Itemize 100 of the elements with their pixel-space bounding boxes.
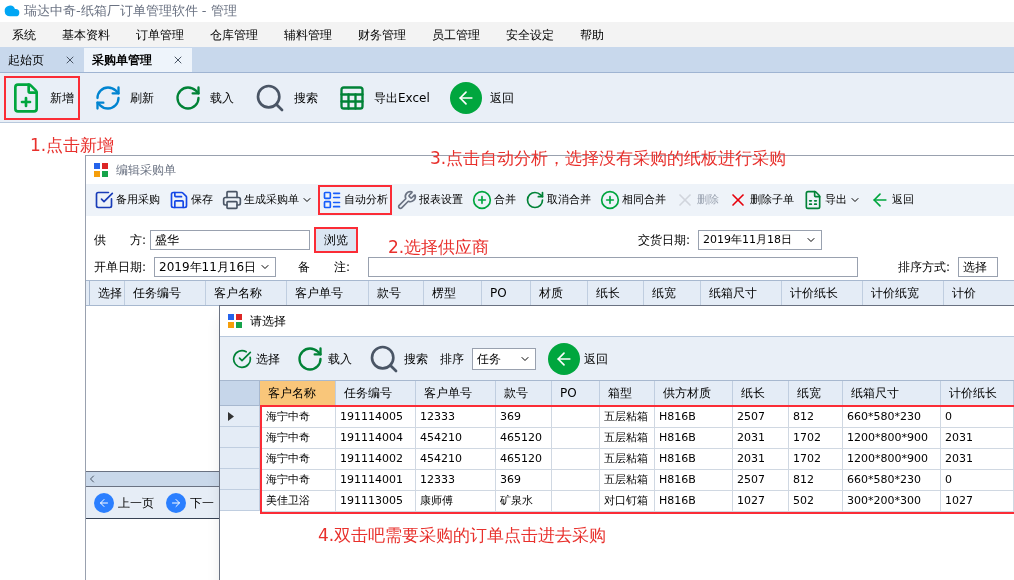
menu-item[interactable]: 安全设定 bbox=[502, 25, 558, 44]
date-field[interactable]: 2019年11月16日 bbox=[154, 257, 276, 277]
menu-item[interactable]: 帮助 bbox=[576, 25, 608, 44]
tab[interactable]: 采购单管理 bbox=[84, 48, 192, 72]
table-cell: H816B bbox=[655, 449, 733, 470]
pager-button[interactable]: 上一页 bbox=[94, 492, 154, 513]
table-cell: 矿泉水 bbox=[496, 491, 552, 512]
table-cell: H816B bbox=[655, 491, 733, 512]
column-header[interactable]: 客户单号 bbox=[416, 381, 496, 405]
menu-item[interactable]: 仓库管理 bbox=[206, 25, 262, 44]
table-cell: 660*580*230 bbox=[843, 470, 941, 491]
app-logo-icon bbox=[4, 3, 20, 19]
toolbar-button[interactable]: 备用采购 bbox=[90, 185, 164, 215]
back-icon bbox=[449, 81, 482, 114]
table-cell: 2031 bbox=[733, 428, 789, 449]
annotation-text: 2.选择供应商 bbox=[388, 236, 490, 259]
table-cell: 191114004 bbox=[336, 428, 416, 449]
browse-button[interactable]: 浏览 bbox=[314, 227, 358, 253]
supplier-field[interactable]: 盛华 bbox=[150, 230, 310, 250]
reload-icon bbox=[174, 83, 202, 112]
back-icon bbox=[548, 342, 580, 375]
table-cell: H816B bbox=[655, 470, 733, 491]
table-cell: 465120 bbox=[496, 428, 552, 449]
table-cell: 美佳卫浴 bbox=[262, 491, 336, 512]
table-cell: 0 bbox=[941, 407, 1014, 428]
column-header[interactable]: 纸长 bbox=[733, 381, 789, 405]
table-cell: 191114005 bbox=[336, 407, 416, 428]
table-cell bbox=[552, 491, 600, 512]
table-cell bbox=[552, 407, 600, 428]
wrench-icon bbox=[397, 190, 417, 210]
sort-dropdown[interactable]: 任务 bbox=[472, 347, 536, 370]
table-cell: 五层粘箱 bbox=[600, 470, 655, 491]
column-header[interactable]: 款号 bbox=[496, 381, 552, 405]
column-header[interactable]: 客户名称 bbox=[260, 381, 336, 405]
toolbar-button[interactable]: 相同合并 bbox=[596, 185, 670, 215]
table-cell: 2031 bbox=[733, 449, 789, 470]
dialog-title: 请选择 bbox=[250, 313, 286, 330]
checkbox-icon bbox=[94, 190, 114, 210]
toolbar-button[interactable]: 生成采购单 bbox=[218, 185, 317, 215]
table-cell: 海宁中奇 bbox=[262, 428, 336, 449]
row-header[interactable] bbox=[220, 406, 260, 427]
table-cell: 12333 bbox=[416, 470, 496, 491]
menu-item[interactable]: 员工管理 bbox=[428, 25, 484, 44]
toolbar-button[interactable]: 保存 bbox=[165, 185, 217, 215]
toolbar-button[interactable]: 刷新 bbox=[88, 75, 160, 120]
toolbar-button[interactable]: 自动分析 bbox=[318, 185, 392, 215]
column-header[interactable]: 供方材质 bbox=[655, 381, 733, 405]
column-header[interactable]: 选择 bbox=[90, 281, 125, 305]
table-cell: 2031 bbox=[941, 449, 1014, 470]
toolbar-button[interactable]: 返回 bbox=[443, 75, 520, 120]
table-cell bbox=[552, 449, 600, 470]
back-button[interactable]: 返回 bbox=[544, 342, 612, 375]
toolbar-button[interactable]: 删除子单 bbox=[724, 185, 798, 215]
toolbar-button[interactable]: 载入 bbox=[168, 75, 240, 120]
sort-field[interactable]: 选择 bbox=[958, 257, 999, 277]
annotation-text: 3.点击自动分析，选择没有采购的纸板进行采购 bbox=[430, 147, 787, 170]
column-header[interactable]: 纸宽 bbox=[789, 381, 843, 405]
column-header[interactable]: PO bbox=[552, 381, 600, 405]
column-header[interactable]: 箱型 bbox=[600, 381, 655, 405]
table-cell: 康师傅 bbox=[416, 491, 496, 512]
column-header[interactable]: 任务编号 bbox=[336, 381, 416, 405]
column-header[interactable]: 任务编号 bbox=[125, 281, 206, 305]
menu-item[interactable]: 辅料管理 bbox=[280, 25, 336, 44]
toolbar-button[interactable]: 导出Excel bbox=[332, 75, 436, 120]
close-icon[interactable] bbox=[172, 54, 184, 66]
save-icon bbox=[169, 190, 189, 210]
toolbar-button[interactable]: 搜索 bbox=[364, 342, 432, 375]
field-label: 排序方式: bbox=[898, 259, 951, 276]
toolbar-button[interactable]: 新增 bbox=[4, 75, 80, 120]
menu-item[interactable]: 基本资料 bbox=[58, 25, 114, 44]
table-cell: 五层粘箱 bbox=[600, 449, 655, 470]
spreadsheet-icon bbox=[803, 190, 823, 210]
table-cell: 海宁中奇 bbox=[262, 407, 336, 428]
remark-field[interactable] bbox=[368, 257, 858, 277]
table-cell: 2507 bbox=[733, 407, 789, 428]
column-header[interactable]: 纸箱尺寸 bbox=[843, 381, 941, 405]
toolbar-button[interactable]: 返回 bbox=[866, 185, 918, 215]
menu-item[interactable]: 订单管理 bbox=[132, 25, 188, 44]
printer-icon bbox=[222, 190, 242, 210]
table-cell bbox=[552, 470, 600, 491]
table-cell: 1702 bbox=[789, 428, 843, 449]
toolbar-button[interactable]: 报表设置 bbox=[393, 185, 467, 215]
table-cell: 2031 bbox=[941, 428, 1014, 449]
toolbar-button[interactable]: 合并 bbox=[468, 185, 520, 215]
date-field[interactable]: 2019年11月18日 bbox=[698, 230, 823, 250]
close-icon[interactable] bbox=[64, 54, 76, 66]
pager-button[interactable]: 下一 bbox=[166, 492, 214, 513]
toolbar-button[interactable]: 选择 bbox=[228, 348, 284, 369]
toolbar-button[interactable]: 导出 bbox=[799, 185, 865, 215]
annotation-text: 1.点击新增 bbox=[30, 134, 115, 157]
table-cell: 海宁中奇 bbox=[262, 449, 336, 470]
toolbar-button[interactable]: 载入 bbox=[292, 344, 356, 373]
window-icon bbox=[228, 314, 242, 328]
field-label: 开单日期: bbox=[94, 259, 148, 276]
menu-item[interactable]: 财务管理 bbox=[354, 25, 410, 44]
toolbar-button[interactable]: 搜索 bbox=[248, 75, 324, 120]
toolbar-button[interactable]: 取消合并 bbox=[521, 185, 595, 215]
menu-item[interactable]: 系统 bbox=[8, 25, 40, 44]
table-cell bbox=[552, 428, 600, 449]
column-header[interactable]: 计价纸长 bbox=[941, 381, 1014, 405]
